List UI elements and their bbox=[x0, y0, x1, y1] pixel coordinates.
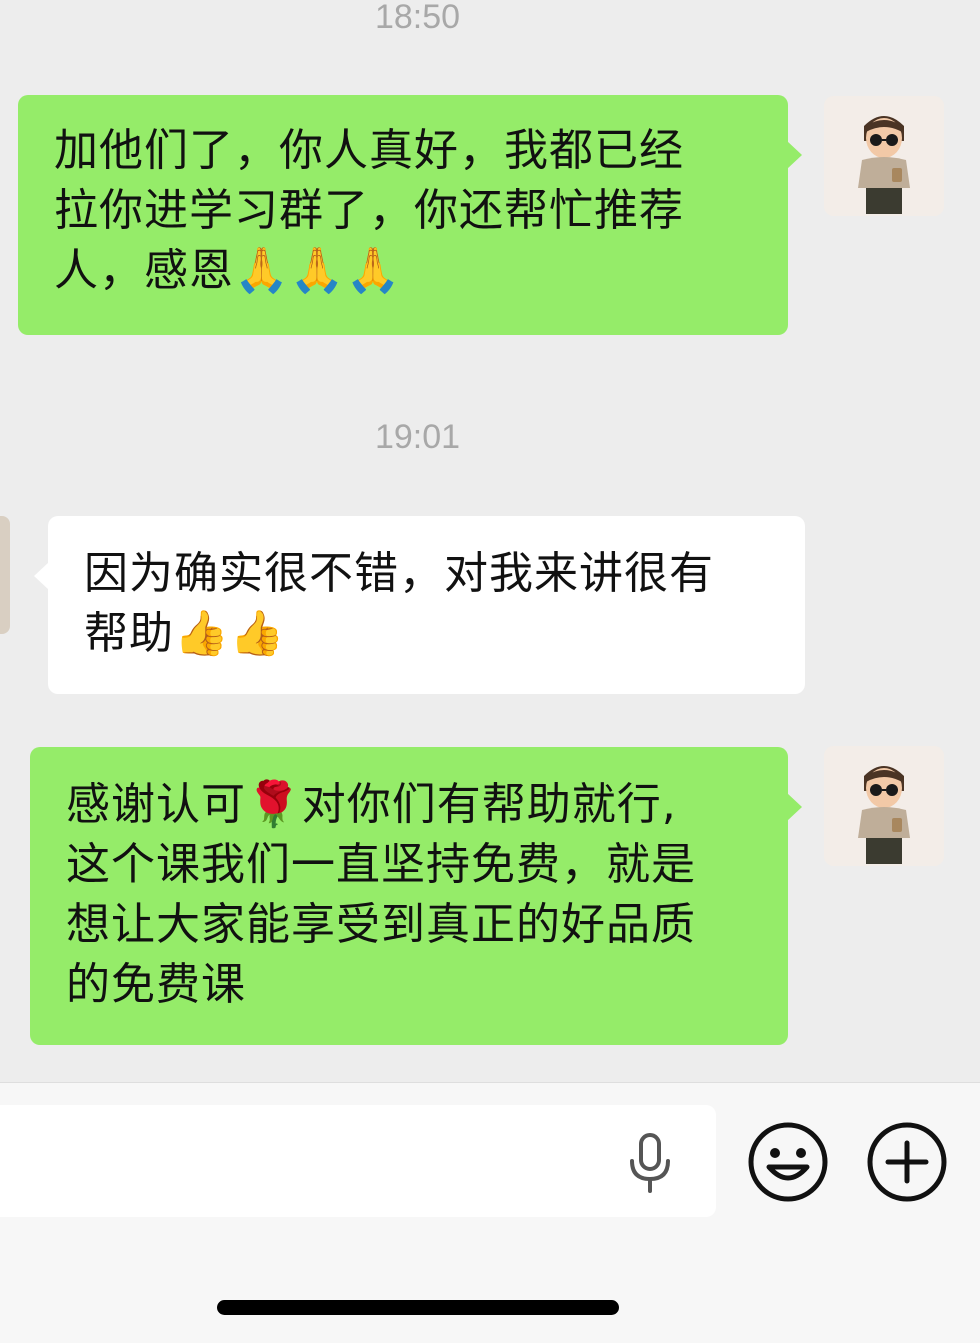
message-text: 帮助 bbox=[84, 608, 174, 659]
avatar-boy-icon bbox=[824, 96, 944, 216]
message-text: 人，感恩 bbox=[54, 245, 234, 296]
timestamp: 18:50 bbox=[374, 0, 461, 36]
microphone-icon[interactable] bbox=[624, 1133, 676, 1195]
contact-avatar[interactable] bbox=[0, 516, 10, 634]
message-text: 对你们有帮助就行, bbox=[301, 779, 677, 830]
plus-circle-icon[interactable] bbox=[866, 1121, 948, 1203]
message-line: 加他们了，你人真好，我都已经 bbox=[54, 125, 684, 176]
message-line: 帮助👍👍 bbox=[84, 604, 785, 664]
message-line: 的免费课 bbox=[66, 959, 246, 1010]
message-line: 感谢认可🌹对你们有帮助就行, bbox=[66, 775, 768, 835]
timestamp: 19:01 bbox=[374, 418, 461, 456]
chat-message-list[interactable]: 18:50 加他们了，你人真好，我都已经 拉你进学习群了，你还帮忙推荐 人，感恩… bbox=[0, 0, 980, 1082]
message-line: 想让大家能享受到真正的好品质 bbox=[66, 899, 696, 950]
sent-message-bubble[interactable]: 感谢认可🌹对你们有帮助就行, 这个课我们一直坚持免费，就是 想让大家能享受到真正… bbox=[30, 747, 802, 1045]
avatar-boy-icon bbox=[824, 746, 944, 866]
thumbs-up-emoji: 👍👍 bbox=[174, 608, 286, 659]
my-avatar[interactable] bbox=[824, 96, 944, 216]
smiley-face-icon[interactable] bbox=[747, 1121, 829, 1203]
my-avatar[interactable] bbox=[824, 746, 944, 866]
sent-message-bubble[interactable]: 加他们了，你人真好，我都已经 拉你进学习群了，你还帮忙推荐 人，感恩🙏🙏🙏 bbox=[18, 95, 802, 335]
rose-emoji: 🌹 bbox=[246, 779, 302, 830]
received-message-bubble[interactable]: 因为确实很不错，对我来讲很有 帮助👍👍 bbox=[34, 516, 805, 694]
message-text: 感谢认可 bbox=[66, 779, 246, 830]
message-line: 拉你进学习群了，你还帮忙推荐 bbox=[54, 185, 684, 236]
folded-hands-emoji: 🙏🙏🙏 bbox=[234, 245, 402, 296]
message-input[interactable] bbox=[0, 1105, 716, 1217]
message-line: 人，感恩🙏🙏🙏 bbox=[54, 241, 768, 301]
home-indicator[interactable] bbox=[217, 1300, 619, 1315]
message-line: 因为确实很不错，对我来讲很有 bbox=[84, 548, 714, 599]
message-line: 这个课我们一直坚持免费，就是 bbox=[66, 839, 696, 890]
